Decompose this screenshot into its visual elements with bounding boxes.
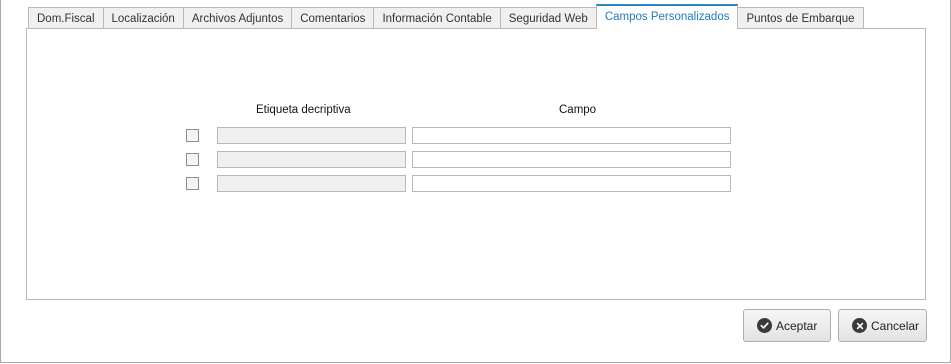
custom-field-value-input[interactable] bbox=[412, 151, 731, 168]
tab-archivos-adjuntos[interactable]: Archivos Adjuntos bbox=[182, 7, 293, 29]
tab-localizacion[interactable]: Localización bbox=[102, 7, 184, 29]
cancel-button-label: Cancelar bbox=[871, 318, 920, 333]
accept-button[interactable]: Aceptar bbox=[743, 309, 831, 342]
custom-field-label-input[interactable] bbox=[217, 127, 406, 144]
custom-field-checkbox[interactable] bbox=[186, 153, 199, 166]
dialog-window: Dom.Fiscal Localización Archivos Adjunto… bbox=[0, 0, 951, 363]
label-column-header: Etiqueta decriptiva bbox=[256, 104, 351, 116]
custom-field-label-input[interactable] bbox=[217, 151, 406, 168]
tab-strip: Dom.Fiscal Localización Archivos Adjunto… bbox=[28, 4, 864, 29]
accept-button-label: Aceptar bbox=[776, 318, 818, 333]
tab-campos-personalizados[interactable]: Campos Personalizados bbox=[595, 4, 739, 29]
custom-fields-panel: Etiqueta decriptiva Campo bbox=[26, 28, 926, 300]
tab-comentarios[interactable]: Comentarios bbox=[291, 7, 375, 29]
check-circle-icon bbox=[757, 318, 772, 333]
cancel-button[interactable]: Cancelar bbox=[838, 309, 927, 342]
tab-dom-fiscal[interactable]: Dom.Fiscal bbox=[28, 7, 104, 29]
field-column-header: Campo bbox=[559, 104, 597, 116]
custom-field-value-input[interactable] bbox=[412, 127, 731, 144]
x-circle-icon bbox=[852, 318, 867, 333]
tab-informacion-contable[interactable]: Información Contable bbox=[373, 7, 501, 29]
tab-seguridad-web[interactable]: Seguridad Web bbox=[499, 7, 597, 29]
custom-field-checkbox[interactable] bbox=[186, 177, 199, 190]
custom-field-label-input[interactable] bbox=[217, 175, 406, 192]
tab-puntos-de-embarque[interactable]: Puntos de Embarque bbox=[737, 7, 864, 29]
custom-field-value-input[interactable] bbox=[412, 175, 731, 192]
custom-field-checkbox[interactable] bbox=[186, 129, 199, 142]
